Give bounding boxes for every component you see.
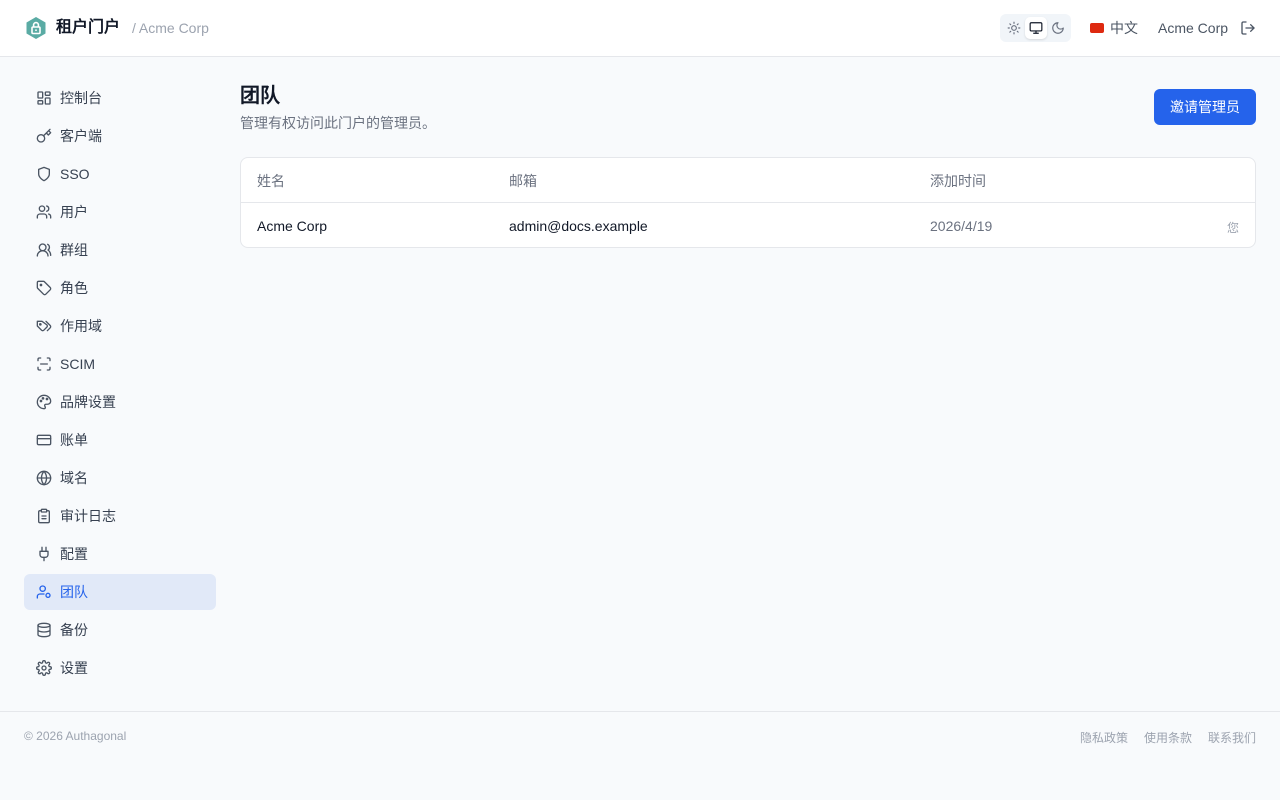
theme-toggle	[1000, 14, 1071, 42]
invite-admin-button[interactable]: 邀请管理员	[1154, 89, 1256, 125]
breadcrumb-separator: /	[132, 20, 136, 36]
theme-light-button[interactable]	[1003, 17, 1025, 39]
top-bar: 租户门户 / Acme Corp 中文 Acme Corp	[0, 0, 1280, 57]
clipboard-icon	[36, 508, 52, 524]
sidebar-item-label: 团队	[60, 584, 88, 600]
column-header-added[interactable]: 添加时间	[930, 172, 986, 190]
breadcrumb-tenant: Acme Corp	[138, 20, 209, 36]
group-icon	[36, 242, 52, 258]
sidebar-item-label: 备份	[60, 622, 88, 638]
sidebar-item-backup[interactable]: 备份	[24, 612, 216, 648]
sidebar-item-users[interactable]: 用户	[24, 194, 216, 230]
sidebar-item-groups[interactable]: 群组	[24, 232, 216, 268]
sidebar-item-dashboard[interactable]: 控制台	[24, 80, 216, 116]
china-flag-icon	[1090, 23, 1104, 33]
cell-added: 2026/4/19	[930, 218, 993, 234]
globe-icon	[36, 470, 52, 486]
sidebar-item-roles[interactable]: 角色	[24, 270, 216, 306]
sidebar-item-label: 控制台	[60, 90, 102, 106]
sidebar-item-label: 账单	[60, 432, 88, 448]
copyright: © 2026 Authagonal	[24, 729, 127, 743]
dashboard-icon	[36, 90, 52, 106]
cell-email: admin@docs.example	[509, 218, 648, 234]
table-row[interactable]: Acme Corp admin@docs.example 2026/4/19 您	[241, 203, 1255, 247]
sun-icon	[1007, 21, 1021, 35]
sidebar-item-label: 审计日志	[60, 508, 116, 524]
moon-icon	[1052, 22, 1064, 34]
table-header: 姓名 邮箱 添加时间	[241, 158, 1255, 203]
sidebar-item-label: SCIM	[60, 356, 95, 372]
column-header-email[interactable]: 邮箱	[509, 172, 537, 190]
contact-link[interactable]: 联系我们	[1208, 729, 1256, 746]
lock-logo-icon	[26, 17, 46, 39]
theme-system-button[interactable]	[1025, 17, 1047, 39]
theme-dark-button[interactable]	[1047, 17, 1069, 39]
sidebar-item-config[interactable]: 配置	[24, 536, 216, 572]
users-icon	[36, 204, 52, 220]
footer-links: 隐私政策 使用条款 联系我们	[1064, 729, 1256, 746]
app-title[interactable]: 租户门户	[56, 17, 120, 39]
sidebar-item-label: 设置	[60, 660, 88, 676]
privacy-link[interactable]: 隐私政策	[1080, 729, 1128, 746]
shield-icon	[36, 166, 52, 182]
palette-icon	[36, 394, 52, 410]
language-selector[interactable]: 中文	[1090, 19, 1138, 37]
breadcrumb: / Acme Corp	[132, 19, 209, 37]
page-subtitle: 管理有权访问此门户的管理员。	[240, 115, 436, 131]
gear-icon	[36, 660, 52, 676]
sidebar-item-label: 作用域	[60, 318, 102, 334]
org-name[interactable]: Acme Corp	[1158, 19, 1228, 37]
column-header-name[interactable]: 姓名	[257, 172, 285, 190]
monitor-icon	[1029, 22, 1043, 34]
sidebar-item-label: 用户	[60, 204, 88, 220]
sidebar-item-team[interactable]: 团队	[24, 574, 216, 610]
sidebar-item-label: 客户端	[60, 128, 102, 144]
sidebar-item-branding[interactable]: 品牌设置	[24, 384, 216, 420]
sidebar-item-sso[interactable]: SSO	[24, 156, 216, 192]
tags-icon	[36, 318, 52, 334]
sidebar-item-label: 配置	[60, 546, 88, 562]
sidebar-item-domains[interactable]: 域名	[24, 460, 216, 496]
database-icon	[36, 622, 52, 638]
sidebar-item-label: 群组	[60, 242, 88, 258]
sidebar-item-audit-log[interactable]: 审计日志	[24, 498, 216, 534]
credit-card-icon	[36, 432, 52, 448]
you-badge: 您	[1226, 221, 1239, 235]
terms-link[interactable]: 使用条款	[1144, 729, 1192, 746]
sidebar-item-clients[interactable]: 客户端	[24, 118, 216, 154]
cell-name: Acme Corp	[257, 218, 328, 234]
sidebar-item-scopes[interactable]: 作用域	[24, 308, 216, 344]
footer: © 2026 Authagonal 隐私政策 使用条款 联系我们	[0, 711, 1280, 800]
page-title: 团队	[240, 85, 280, 107]
sidebar-item-label: 角色	[60, 280, 88, 296]
sidebar-item-label: 品牌设置	[60, 394, 116, 410]
sidebar-item-scim[interactable]: SCIM	[24, 346, 216, 382]
language-label: 中文	[1110, 20, 1138, 36]
sidebar-item-settings[interactable]: 设置	[24, 650, 216, 686]
tag-icon	[36, 280, 52, 296]
plug-icon	[36, 546, 52, 562]
team-table: 姓名 邮箱 添加时间 Acme Corp admin@docs.example …	[240, 157, 1256, 248]
scan-icon	[36, 356, 52, 372]
sidebar: 控制台 客户端 SSO 用户 群组 角色 作用域 SCIM 品牌设置 账单 域名	[24, 80, 216, 688]
sidebar-item-label: SSO	[60, 166, 90, 182]
logout-icon[interactable]	[1240, 20, 1256, 36]
sidebar-item-billing[interactable]: 账单	[24, 422, 216, 458]
user-cog-icon	[36, 584, 52, 600]
key-icon	[36, 128, 52, 144]
sidebar-item-label: 域名	[60, 470, 88, 486]
